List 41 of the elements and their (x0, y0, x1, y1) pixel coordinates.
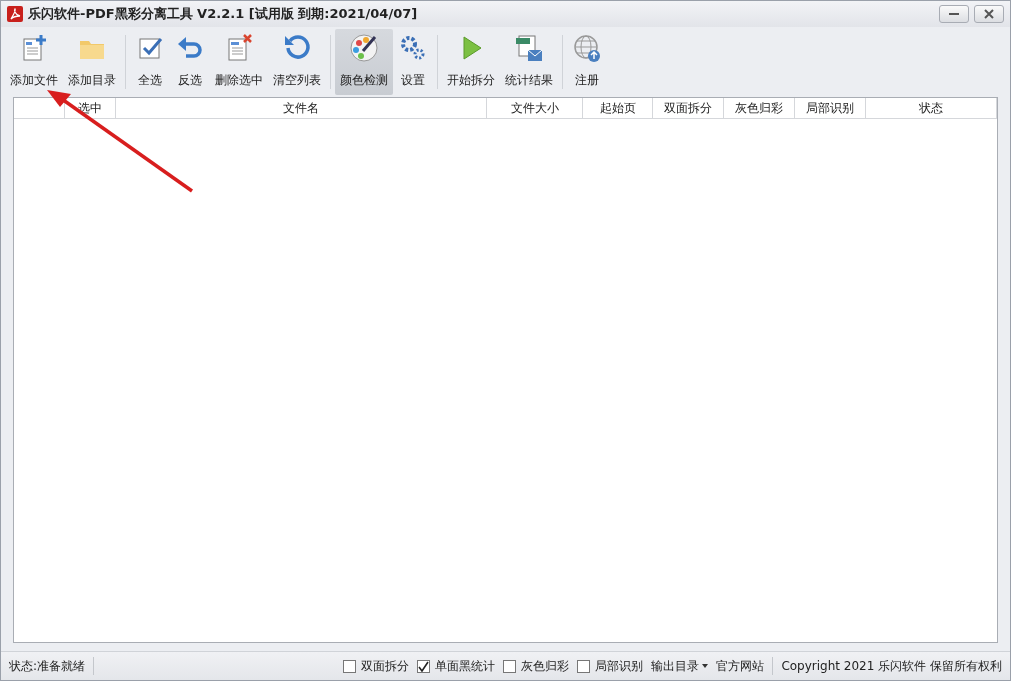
toolbar-button[interactable]: 颜色检测 (335, 29, 393, 95)
column-header[interactable]: 文件大小 (487, 98, 583, 118)
checkbox[interactable] (417, 659, 431, 673)
option-checkbox[interactable]: 单面黑统计 (417, 657, 496, 675)
toolbar-button[interactable]: 清空列表 (268, 29, 326, 95)
toolbar-button[interactable]: 设置 (393, 29, 433, 95)
toolbar-button[interactable]: 统计结果 (500, 29, 558, 95)
column-header[interactable]: 灰色归彩 (724, 98, 795, 118)
toolbar-button[interactable]: 反选 (170, 29, 210, 95)
minimize-icon (949, 12, 959, 16)
toolbar-button[interactable]: 删除选中 (210, 29, 268, 95)
column-header[interactable]: 局部识别 (795, 98, 866, 118)
toolbar-button[interactable]: 全选 (130, 29, 170, 95)
globe-upload-icon (572, 33, 602, 63)
toolbar-button[interactable]: 注册 (567, 29, 607, 95)
minimize-button[interactable] (939, 5, 969, 23)
column-header[interactable]: 起始页 (583, 98, 653, 118)
option-checkbox[interactable]: 局部识别 (577, 657, 644, 675)
check-icon (418, 660, 430, 672)
checkbox[interactable] (577, 659, 591, 673)
window-title: 乐闪软件-PDF黑彩分离工具 V2.2.1 [试用版 到期:2021/04/07] (28, 5, 419, 23)
output-folder-menu[interactable]: 输出目录 (651, 657, 709, 675)
color-wheel-icon (349, 33, 379, 63)
column-header[interactable]: 文件名 (116, 98, 487, 118)
toolbar-button[interactable]: 开始拆分 (442, 29, 500, 95)
option-checkbox[interactable]: 灰色归彩 (503, 657, 570, 675)
column-header[interactable]: 双面拆分 (653, 98, 724, 118)
close-icon (984, 9, 994, 19)
checkbox[interactable] (503, 659, 517, 673)
option-checkbox[interactable]: 双面拆分 (343, 657, 410, 675)
toolbar-button[interactable]: 添加目录 (63, 29, 121, 95)
copyright-text: Copyright 2021 乐闪软件 保留所有权利 (781, 657, 1002, 675)
close-button[interactable] (974, 5, 1004, 23)
website-link[interactable]: 官方网站 (716, 657, 765, 675)
toolbar-button[interactable]: 添加文件 (5, 29, 63, 95)
spreadsheet-mail-icon (514, 33, 544, 63)
column-header[interactable]: 状态 (866, 98, 997, 118)
checkbox[interactable] (343, 659, 357, 673)
app-logo-icon (7, 6, 23, 22)
caret-icon (702, 664, 709, 668)
status-text: 状态:准备就绪 (9, 657, 86, 675)
